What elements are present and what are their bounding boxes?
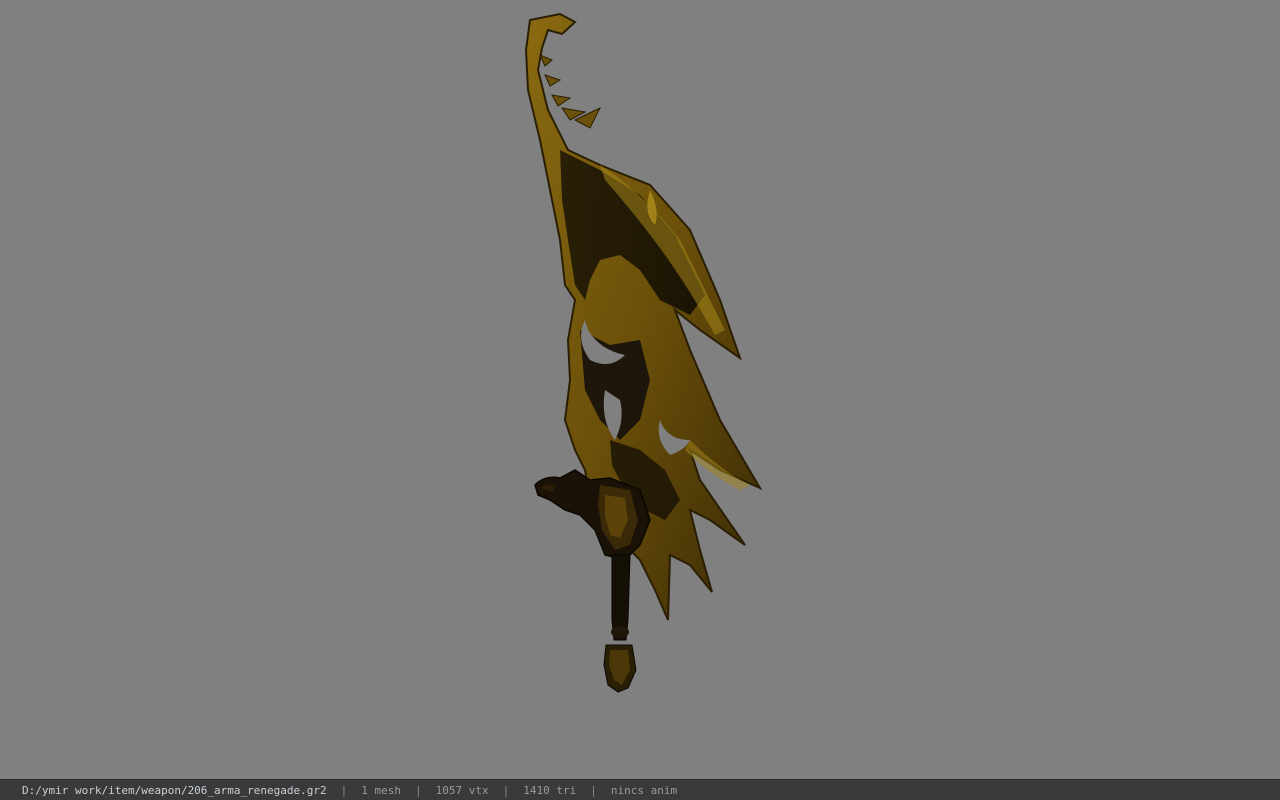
- triangle-count: 1410 tri: [523, 783, 577, 797]
- vertex-count: 1057 vtx: [435, 783, 489, 797]
- separator: |: [590, 783, 597, 797]
- file-path: D:/ymir work/item/weapon/206_arma_renega…: [22, 783, 327, 797]
- separator: |: [502, 783, 510, 797]
- weapon-model[interactable]: [0, 0, 1280, 779]
- handle: [603, 554, 637, 693]
- mesh-count: 1 mesh: [361, 783, 402, 797]
- separator: |: [415, 783, 422, 797]
- 3d-viewport[interactable]: [0, 0, 1280, 779]
- animation-status: nincs anim: [610, 783, 678, 797]
- separator: |: [340, 783, 348, 797]
- status-bar: D:/ymir work/item/weapon/206_arma_renega…: [0, 779, 1280, 800]
